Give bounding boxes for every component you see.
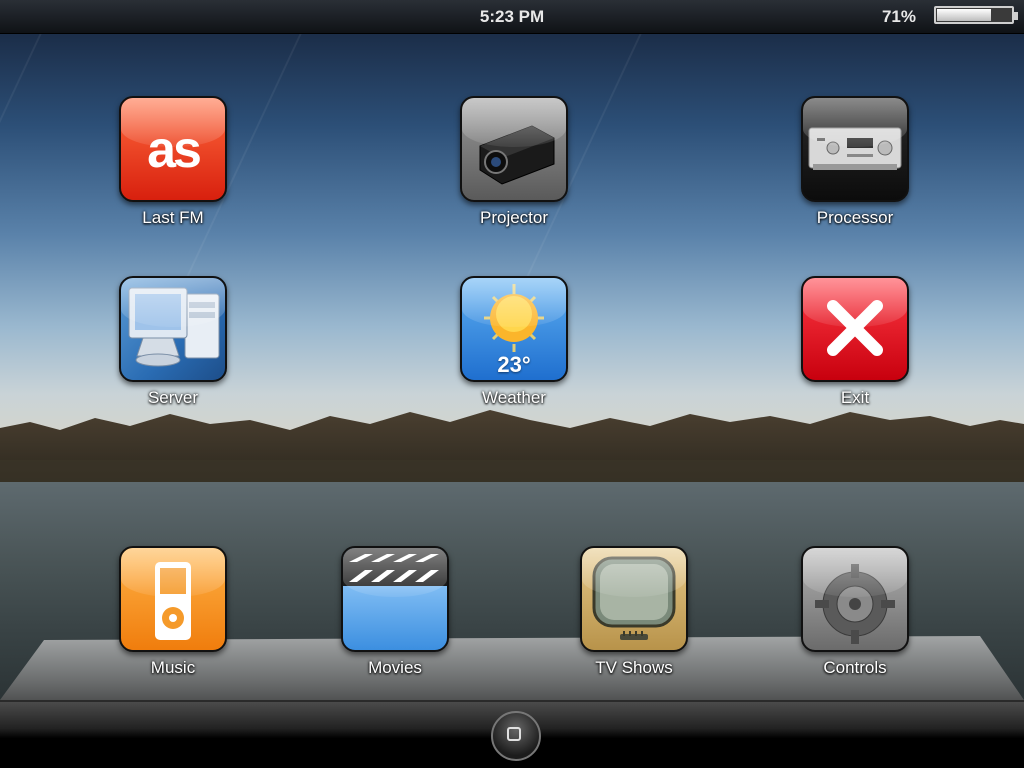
app-label: Weather <box>482 388 546 407</box>
app-processor[interactable]: Processor <box>785 96 925 228</box>
clapperboard-icon <box>341 546 449 652</box>
battery-fill <box>937 9 991 21</box>
app-last-fm[interactable]: as Last FM <box>103 96 243 228</box>
lastfm-glyph: as <box>147 121 202 179</box>
app-weather[interactable]: 23° Weather <box>444 276 584 408</box>
wallpaper-mountains <box>0 410 1024 490</box>
app-label: Movies <box>368 658 422 677</box>
battery-percent: 71% <box>881 7 916 26</box>
app-label: Last FM <box>142 208 204 227</box>
processor-icon <box>801 96 909 202</box>
dock-app-tv-shows[interactable]: TV Shows <box>564 546 704 678</box>
home-screen: 5:23 PM 71% as Last FM Projector Process… <box>0 0 1024 768</box>
gear-graphic <box>815 564 895 644</box>
dock-app-music[interactable]: Music <box>103 546 243 678</box>
projector-icon <box>460 96 568 202</box>
app-label: Controls <box>823 658 887 677</box>
app-label: TV Shows <box>595 658 673 677</box>
gear-icon <box>801 546 909 652</box>
dock-app-controls[interactable]: Controls <box>785 546 925 678</box>
clapper-graphic <box>343 548 447 586</box>
processor-graphic <box>808 127 902 170</box>
app-label: Server <box>147 388 199 407</box>
status-bar: 5:23 PM 71% <box>0 0 1024 34</box>
weather-sun-icon: 23° <box>460 276 568 382</box>
lastfm-icon: as <box>119 96 227 202</box>
battery-tip <box>1014 12 1018 20</box>
retro-tv-icon <box>580 546 688 652</box>
app-label: Music <box>150 658 196 677</box>
close-x-icon <box>801 276 909 382</box>
dock-app-movies[interactable]: Movies <box>325 546 465 678</box>
status-time: 5:23 PM <box>479 7 545 26</box>
ipod-icon <box>119 546 227 652</box>
tv-graphic <box>592 556 676 640</box>
app-exit[interactable]: Exit <box>785 276 925 408</box>
home-square-icon <box>507 727 521 741</box>
exit-x-graphic <box>827 300 883 356</box>
server-graphic <box>128 287 220 367</box>
server-icon <box>119 276 227 382</box>
battery-icon <box>934 6 1018 24</box>
app-projector[interactable]: Projector <box>444 96 584 228</box>
app-label: Exit <box>840 388 870 407</box>
projector-graphic <box>479 125 555 185</box>
weather-temperature: 23° <box>497 352 531 377</box>
ipod-graphic <box>155 562 191 640</box>
app-server[interactable]: Server <box>103 276 243 408</box>
app-label: Processor <box>816 208 894 227</box>
app-label: Projector <box>479 208 549 227</box>
